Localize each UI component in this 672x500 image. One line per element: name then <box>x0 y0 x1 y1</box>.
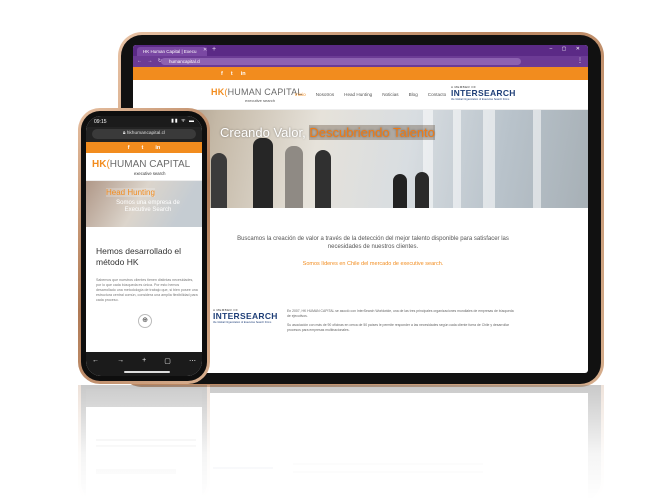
linkedin-icon[interactable]: in <box>155 145 160 151</box>
offices-text: Su asociación con más de 90 oficinas en … <box>287 323 510 332</box>
facebook-icon[interactable]: f <box>128 145 130 151</box>
twitter-icon[interactable]: t <box>231 71 233 77</box>
intersearch-brand: INTERSEARCH <box>451 88 516 98</box>
linkedin-icon[interactable]: in <box>241 71 246 77</box>
device-mockup: HK Human Capital | Execu ✕ + – ▢ ✕ ← → ↻… <box>0 0 672 500</box>
home-indicator <box>124 371 170 373</box>
phone-bezel: 09:15 ▮▮ ᯤ ▬ 🔒︎ hkhumancapital.cl f t in… <box>81 111 207 381</box>
close-tab-icon[interactable]: ✕ <box>203 47 207 53</box>
logo-subtitle: executive search <box>245 98 276 103</box>
phone-site-logo[interactable]: HK(HUMAN CAPITAL <box>92 159 190 170</box>
new-tab-icon[interactable]: + <box>142 357 146 365</box>
phone-site-header: HK(HUMAN CAPITAL executive search <box>86 153 202 181</box>
main-nav: Inicio Nosotros Head Hunting Noticias Bl… <box>295 92 446 97</box>
url-field[interactable]: humancapital.cl <box>161 58 521 65</box>
nav-head-hunting[interactable]: Head Hunting <box>344 92 372 97</box>
intersearch-tag: the Global Organization of Executive Sea… <box>213 321 272 324</box>
back-icon[interactable]: ← <box>92 357 99 365</box>
phone-url-text: hkhumancapital.cl <box>126 131 166 136</box>
phone-bottom-toolbar: ← → + ▢ ⋯ <box>86 352 202 376</box>
browser-address-bar: ← → ↻ humancapital.cl ⋮ <box>133 56 588 67</box>
phone-address-bar: 🔒︎ hkhumancapital.cl <box>86 127 202 142</box>
nav-nosotros[interactable]: Nosotros <box>316 92 334 97</box>
forward-icon[interactable]: → <box>117 357 124 365</box>
highlight-text: Somos líderes en Chile del mercado de ex… <box>302 261 444 267</box>
intersearch-brand: INTERSEARCH <box>213 311 278 321</box>
reflection-fade <box>0 385 672 500</box>
tabs-icon[interactable]: ▢ <box>164 357 171 365</box>
intersearch-tag: the Global Organization of Executive Sea… <box>451 98 510 101</box>
more-icon[interactable]: ⋯ <box>189 357 196 365</box>
status-time: 09:15 <box>94 119 107 125</box>
partnership-text: En 2007, HK HUMAN CAPITAL se asoció con … <box>287 309 514 318</box>
status-icons: ▮▮ ᯤ ▬ <box>171 118 195 124</box>
logo-hk: HK <box>92 159 107 170</box>
phone-url-field[interactable]: 🔒︎ hkhumancapital.cl <box>92 129 196 139</box>
hero-title-white: Creando Valor, <box>220 125 306 140</box>
twitter-icon[interactable]: t <box>142 145 144 151</box>
facebook-icon[interactable]: f <box>221 71 223 77</box>
hero-title: Creando Valor, Descubriendo Talento <box>220 125 435 140</box>
logo-name: HUMAN CAPITAL <box>109 159 191 170</box>
intersearch-logo-body: A MEMBER OF INTERSEARCH the Global Organ… <box>213 308 278 324</box>
browser-nav-icons[interactable]: ← → ↻ <box>137 58 164 64</box>
phone-hero: Head Hunting Somos una empresa de Execut… <box>86 181 202 227</box>
browser-tab[interactable]: HK Human Capital | Execu <box>137 47 207 56</box>
method-heading: Hemos desarrollado el método HK <box>96 246 182 267</box>
phone-status-bar: 09:15 ▮▮ ᯤ ▬ <box>86 116 202 127</box>
intersearch-logo[interactable]: A MEMBER OF INTERSEARCH the Global Organ… <box>451 85 516 101</box>
tab-title: HK Human Capital | Execu <box>143 49 197 54</box>
phone-hero-title: Head Hunting <box>106 188 155 197</box>
logo-name: HUMAN CAPITAL <box>227 87 303 97</box>
browser-menu-icon[interactable]: ⋮ <box>577 57 583 64</box>
phone-screen: 09:15 ▮▮ ᯤ ▬ 🔒︎ hkhumancapital.cl f t in… <box>86 116 202 376</box>
intro-text: Buscamos la creación de valor a través d… <box>237 236 509 250</box>
site-header: HK(HUMAN CAPITAL executive search Inicio… <box>133 80 588 110</box>
url-text: humancapital.cl <box>169 59 201 64</box>
hero-title-orange: Descubriendo Talento <box>309 125 435 140</box>
nav-noticias[interactable]: Noticias <box>382 92 398 97</box>
phone-logo-subtitle: executive search <box>134 171 166 176</box>
phone-hero-subtitle: Somos una empresa de Executive Search <box>116 200 180 213</box>
logo-hk: HK <box>211 87 225 97</box>
method-text: Sabemos que nuestros clientes tienen dis… <box>96 278 198 302</box>
nav-inicio[interactable]: Inicio <box>295 92 306 97</box>
share-icon[interactable]: ⊕ <box>138 314 152 328</box>
site-logo[interactable]: HK(HUMAN CAPITAL <box>211 87 303 97</box>
phone-device: 09:15 ▮▮ ᯤ ▬ 🔒︎ hkhumancapital.cl f t in… <box>78 108 210 384</box>
phone-social-bar: f t in <box>86 142 202 153</box>
nav-contacto[interactable]: Contacto <box>428 92 446 97</box>
nav-blog[interactable]: Blog <box>409 92 418 97</box>
window-controls[interactable]: – ▢ ✕ <box>550 46 584 52</box>
social-bar: f t in <box>133 67 588 80</box>
new-tab-icon[interactable]: + <box>212 46 216 53</box>
browser-tab-bar: HK Human Capital | Execu ✕ + – ▢ ✕ <box>133 45 588 56</box>
